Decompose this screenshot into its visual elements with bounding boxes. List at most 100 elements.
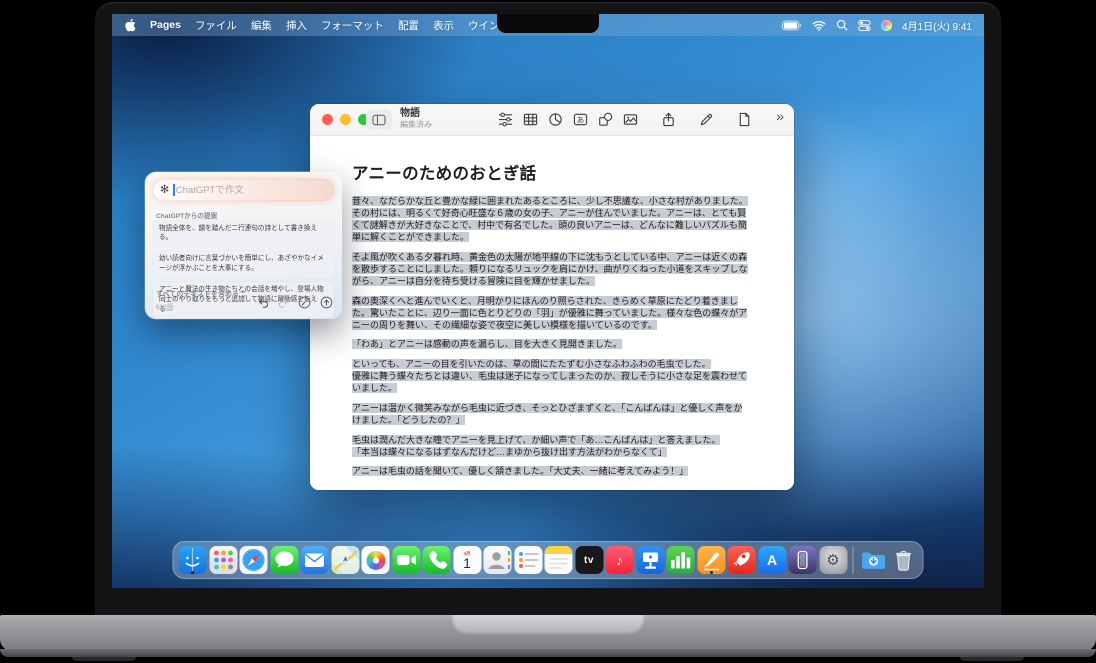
text-caret: [173, 184, 175, 196]
pages-window: 物語 編集済み あ » アニーのためのおとぎ話 昔々、なだらかな丘と豊かな緑に囲…: [310, 104, 794, 490]
pages-titlebar[interactable]: 物語 編集済み あ »: [310, 104, 794, 136]
suggestions-label: ChatGPTからの提案: [156, 210, 217, 220]
settings-gear-glyph: ⚙: [826, 553, 839, 568]
word-count: 612語: [156, 301, 246, 311]
document-paragraph[interactable]: そよ風が吹くある夕暮れ時、黄金色の太陽が地平線の下に沈もうとしている中、アニーは…: [352, 251, 749, 287]
minimize-button[interactable]: [340, 114, 351, 125]
chatgpt-prompt-input[interactable]: [176, 185, 327, 196]
apple-menu-icon[interactable]: [124, 18, 136, 32]
launchpad-dock-icon[interactable]: [209, 546, 237, 574]
tv-glyph: tv: [584, 555, 594, 566]
table-icon[interactable]: [520, 110, 541, 129]
appstore-a-glyph: A: [767, 552, 777, 568]
rocket-dock-icon[interactable]: [728, 546, 756, 574]
document-paragraph[interactable]: 毛虫は潤んだ大きな瞳でアニーを見上げて、か細い声で「あ…こんばんは」と答えました…: [352, 434, 749, 458]
phone-dock-icon[interactable]: [423, 546, 451, 574]
wifi-icon[interactable]: [812, 20, 826, 31]
chatgpt-suggestion-1[interactable]: 物語全体を、韻を踏んだ二行連句の詩として書き換える。: [153, 220, 334, 247]
media-icon[interactable]: [620, 110, 641, 129]
send-up-icon[interactable]: [320, 296, 333, 309]
menu-item-1[interactable]: 編集: [251, 18, 272, 33]
downloads-dock-icon[interactable]: [859, 546, 887, 574]
menu-item-4[interactable]: 配置: [398, 18, 419, 33]
appstore-dock-icon[interactable]: A: [758, 546, 786, 574]
tv-dock-icon[interactable]: tv: [575, 546, 603, 574]
numbers-dock-icon[interactable]: [667, 546, 695, 574]
menu-bar-clock[interactable]: 4月1日(火) 9:41: [902, 18, 972, 33]
document-icon[interactable]: [734, 110, 755, 129]
mail-dock-icon[interactable]: [301, 546, 329, 574]
keynote-dock-icon[interactable]: [636, 546, 664, 574]
close-button[interactable]: [322, 114, 333, 125]
style-brush-icon[interactable]: [696, 110, 717, 129]
menu-item-3[interactable]: フォーマット: [321, 18, 384, 33]
document-canvas[interactable]: アニーのためのおとぎ話 昔々、なだらかな丘と豊かな緑に囲まれたあるところに、少し…: [310, 136, 794, 490]
rewrite-circle-icon[interactable]: [298, 296, 311, 309]
text-box-icon[interactable]: あ: [570, 110, 591, 129]
menu-item-5[interactable]: 表示: [433, 18, 454, 33]
selected-text: 昔々、なだらかな丘と豊かな緑に囲まれたあるところに、少し不思議な、小さな村があり…: [352, 196, 748, 242]
messages-dock-icon[interactable]: [270, 546, 298, 574]
chatgpt-logo-icon: ✻: [160, 185, 169, 196]
selected-text: アニーは温かく微笑みながら毛虫に近づき、そっとひざまずくと、「こんばんは」と優し…: [352, 403, 742, 425]
chatgpt-writing-tools-popup: ✻ ChatGPTからの提案 物語全体を、韻を踏んだ二行連句の詩として書き換える…: [145, 172, 342, 319]
notes-dock-icon[interactable]: [545, 546, 573, 574]
toolbar-overflow-button[interactable]: »: [776, 108, 784, 124]
battery-icon[interactable]: [782, 20, 802, 31]
undo-icon[interactable]: [258, 298, 269, 308]
selected-text: そよ風が吹くある夕暮れ時、黄金色の太陽が地平線の下に沈もうとしている中、アニーは…: [352, 252, 748, 286]
document-paragraph[interactable]: 昔々、なだらかな丘と豊かな緑に囲まれたあるところに、少し不思議な、小さな村があり…: [352, 195, 749, 243]
document-paragraph[interactable]: 森の奥深くへと進んでいくと、月明かりにほんのり照らされた、きらめく草原にたどり着…: [352, 295, 749, 331]
chatgpt-suggestion-2[interactable]: 幼い読者向けに言葉づかいを簡単にし、あざやかなイメージが浮かぶことを大事にする。: [153, 251, 334, 278]
photos-flower-glyph: [366, 551, 385, 570]
rubber-foot: [960, 657, 1024, 661]
desktop-wallpaper: Pages ファイル編集挿入フォーマット配置表示ウインドウヘルプ 4月1日(火)…: [112, 14, 984, 588]
base-edge: [0, 649, 1096, 657]
selected-text: 「わあ」とアニーは感動の声を漏らし、目を大きく見開きました。: [352, 339, 622, 349]
calendar-dock-icon[interactable]: 4月1: [453, 546, 481, 574]
svg-text:あ: あ: [577, 115, 585, 124]
settings-dock-icon[interactable]: ⚙: [819, 546, 847, 574]
chevron-up-down-icon: [241, 290, 246, 298]
safari-dock-icon[interactable]: [240, 546, 268, 574]
trash-dock-icon[interactable]: [890, 546, 918, 574]
pages-dock-icon[interactable]: [697, 546, 725, 574]
chart-icon[interactable]: [545, 110, 566, 129]
menu-item-2[interactable]: 挿入: [286, 18, 307, 33]
maps-dock-icon[interactable]: [331, 546, 359, 574]
document-paragraph[interactable]: といっても、アニーの目を引いたのは、草の間にたたずむ小さなふわふわの毛虫でした。…: [352, 358, 749, 394]
search-icon[interactable]: [836, 19, 848, 31]
shapes-icon[interactable]: [595, 110, 616, 129]
control-center-icon[interactable]: [858, 20, 871, 31]
redo-icon[interactable]: [278, 298, 289, 308]
window-edited-status: 編集済み: [400, 120, 432, 129]
share-icon[interactable]: [658, 110, 679, 129]
document-paragraph[interactable]: アニーは温かく微笑みながら毛虫に近づき、そっとひざまずくと、「こんばんは」と優し…: [352, 402, 749, 426]
selected-text: といっても、アニーの目を引いたのは、草の間にたたずむ小さなふわふわの毛虫でした。…: [352, 359, 747, 393]
macbook-base: [0, 615, 1096, 651]
finder-dock-icon[interactable]: [179, 546, 207, 574]
document-paragraph[interactable]: アニーは毛虫の話を聞いて、優しく頷きました。「大丈夫、一緒に考えてみよう！」: [352, 465, 749, 477]
music-dock-icon[interactable]: ♪: [606, 546, 634, 574]
calendar-day-label: 1: [463, 557, 471, 572]
document-title: アニーのためのおとぎ話: [352, 160, 749, 184]
photos-dock-icon[interactable]: [362, 546, 390, 574]
camera-notch: [497, 14, 599, 33]
chatgpt-prompt-field-wrap[interactable]: ✻: [153, 179, 334, 201]
menu-item-0[interactable]: ファイル: [195, 18, 237, 33]
sidebar-toggle-button[interactable]: [366, 110, 392, 129]
running-indicator-dot: [191, 571, 194, 574]
reminders-dock-icon[interactable]: [514, 546, 542, 574]
macbook-lid: Pages ファイル編集挿入フォーマット配置表示ウインドウヘルプ 4月1日(火)…: [95, 2, 1001, 615]
lid-opening-notch: [452, 615, 644, 636]
mirroring-dock-icon[interactable]: [789, 546, 817, 574]
window-title: 物語: [400, 108, 432, 120]
siri-orb-icon[interactable]: [881, 20, 892, 31]
facetime-dock-icon[interactable]: [392, 546, 420, 574]
dock-separator: [853, 547, 854, 574]
document-paragraph[interactable]: 「わあ」とアニーは感動の声を漏らし、目を大きく見開きました。: [352, 338, 749, 350]
active-app-menu[interactable]: Pages: [150, 19, 181, 31]
text-scope-selector[interactable]: すべてのテキストを含める: [156, 289, 246, 299]
format-lines-icon[interactable]: [495, 110, 516, 129]
contacts-dock-icon[interactable]: [484, 546, 512, 574]
